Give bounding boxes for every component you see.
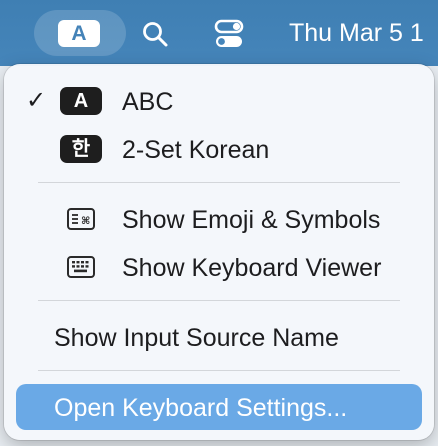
input-source-badge[interactable]: A (58, 20, 100, 47)
input-source-menu: ✓ A ABC 한 2-Set Korean ⌘ Show Emoji & Sy… (4, 64, 434, 440)
menu-item-label: Show Input Source Name (54, 324, 339, 352)
menu-separator (38, 370, 400, 371)
menu-bar-clock[interactable]: Thu Mar 5 1 (289, 16, 424, 50)
keyboard-viewer-icon (66, 254, 96, 280)
menu-item-label: Show Emoji & Symbols (122, 206, 381, 234)
menu-item-show-emoji-symbols[interactable]: ⌘ Show Emoji & Symbols (16, 196, 422, 242)
search-icon[interactable] (140, 19, 170, 49)
korean-input-badge: 한 (60, 135, 102, 163)
menu-item-2-set-korean[interactable]: 한 2-Set Korean (16, 126, 422, 172)
menu-bar: A Thu Mar 5 1 (0, 0, 438, 66)
menu-item-label: Open Keyboard Settings... (54, 394, 348, 422)
checkmark-icon: ✓ (26, 87, 47, 114)
menu-item-abc[interactable]: ✓ A ABC (16, 78, 422, 124)
emoji-symbols-icon: ⌘ (66, 206, 96, 232)
menu-item-show-keyboard-viewer[interactable]: Show Keyboard Viewer (16, 244, 422, 290)
svg-text:⌘: ⌘ (81, 216, 90, 227)
abc-input-badge: A (60, 87, 102, 115)
menu-item-label: Show Keyboard Viewer (122, 254, 382, 282)
menu-item-label: 2-Set Korean (122, 136, 270, 164)
control-center-icon[interactable] (212, 19, 246, 49)
menu-item-show-input-source-name[interactable]: Show Input Source Name (16, 314, 422, 360)
menu-separator (38, 300, 400, 301)
menu-item-label: ABC (122, 88, 174, 116)
menu-separator (38, 182, 400, 183)
menu-item-open-keyboard-settings[interactable]: Open Keyboard Settings... (16, 384, 422, 430)
